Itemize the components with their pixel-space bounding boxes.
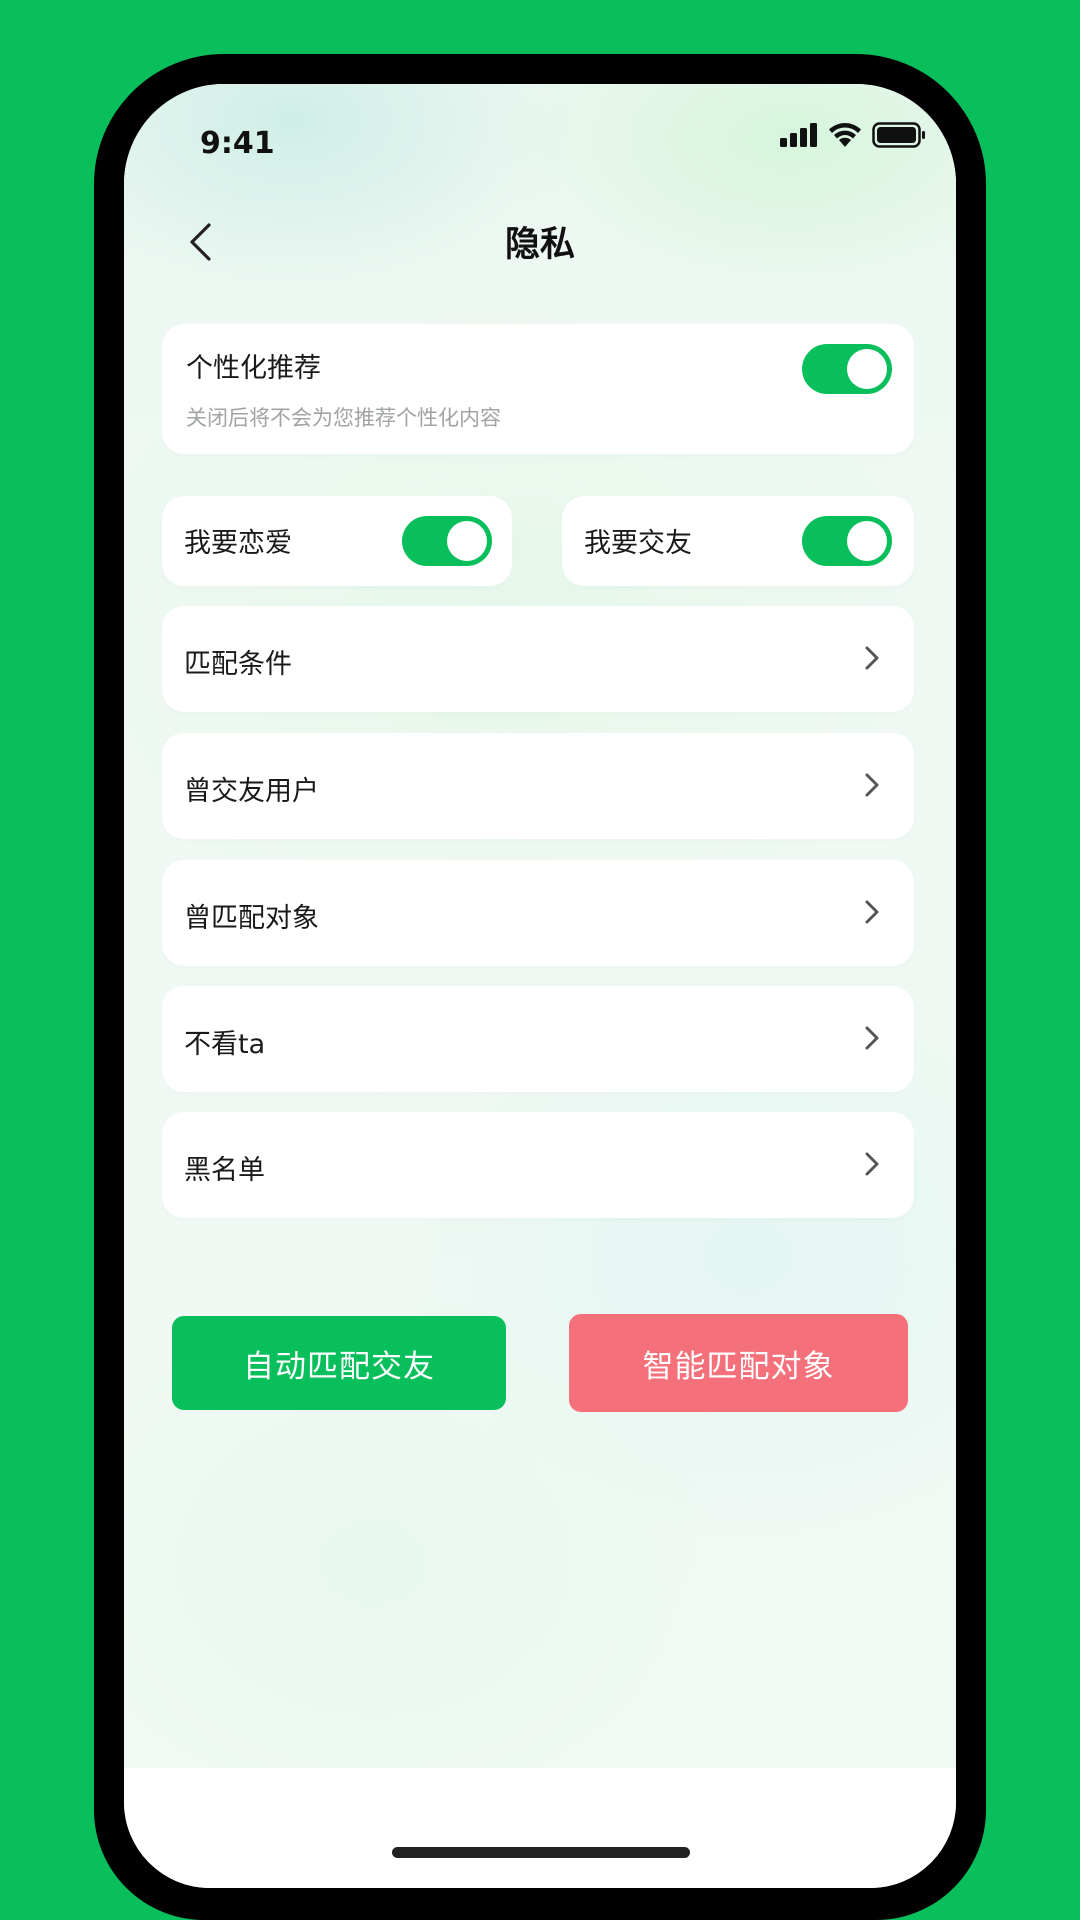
- love-mode-card: 我要恋爱: [162, 496, 512, 586]
- row-label: 曾交友用户: [184, 776, 319, 807]
- row-label: 匹配条件: [184, 649, 292, 680]
- row-previous-friend-users[interactable]: 曾交友用户: [162, 733, 914, 839]
- toggle-knob: [847, 349, 887, 389]
- status-time: 9:41: [200, 126, 275, 161]
- signal-icon: [780, 123, 817, 147]
- row-label: 不看ta: [184, 1029, 266, 1060]
- wifi-icon: [829, 123, 861, 147]
- auto-match-friend-button[interactable]: 自动匹配交友: [172, 1316, 506, 1410]
- make-friends-card: 我要交友: [562, 496, 914, 586]
- love-mode-toggle[interactable]: [402, 516, 492, 566]
- page-title: 隐私: [504, 225, 575, 265]
- love-mode-label: 我要恋爱: [184, 528, 292, 559]
- home-indicator: [392, 1847, 690, 1858]
- chevron-right-icon: [860, 1016, 884, 1060]
- row-label: 曾匹配对象: [184, 903, 319, 934]
- personalized-recommendation-title: 个性化推荐: [186, 353, 321, 384]
- personalized-recommendation-subtitle: 关闭后将不会为您推荐个性化内容: [186, 406, 501, 430]
- phone-screen: 9:41 隐私 个性化推荐 关闭后将不会为您推荐个性化内容 我要恋爱 我要交友 …: [124, 84, 956, 1888]
- smart-match-partner-button[interactable]: 智能匹配对象: [569, 1314, 908, 1412]
- row-match-conditions[interactable]: 匹配条件: [162, 606, 914, 712]
- chevron-right-icon: [860, 1142, 884, 1186]
- row-label: 黑名单: [184, 1155, 265, 1186]
- personalized-recommendation-toggle[interactable]: [802, 344, 892, 394]
- toggle-knob: [447, 521, 487, 561]
- make-friends-toggle[interactable]: [802, 516, 892, 566]
- row-hidden-users[interactable]: 不看ta: [162, 986, 914, 1092]
- row-previous-matches[interactable]: 曾匹配对象: [162, 860, 914, 966]
- chevron-right-icon: [860, 636, 884, 680]
- bottom-safe-area: [124, 1768, 956, 1888]
- battery-icon: [872, 122, 925, 148]
- row-blacklist[interactable]: 黑名单: [162, 1112, 914, 1218]
- personalized-recommendation-card: 个性化推荐 关闭后将不会为您推荐个性化内容: [162, 324, 914, 454]
- make-friends-label: 我要交友: [584, 528, 692, 559]
- toggle-knob: [847, 521, 887, 561]
- chevron-right-icon: [860, 890, 884, 934]
- chevron-right-icon: [860, 763, 884, 807]
- status-icons: [780, 122, 926, 148]
